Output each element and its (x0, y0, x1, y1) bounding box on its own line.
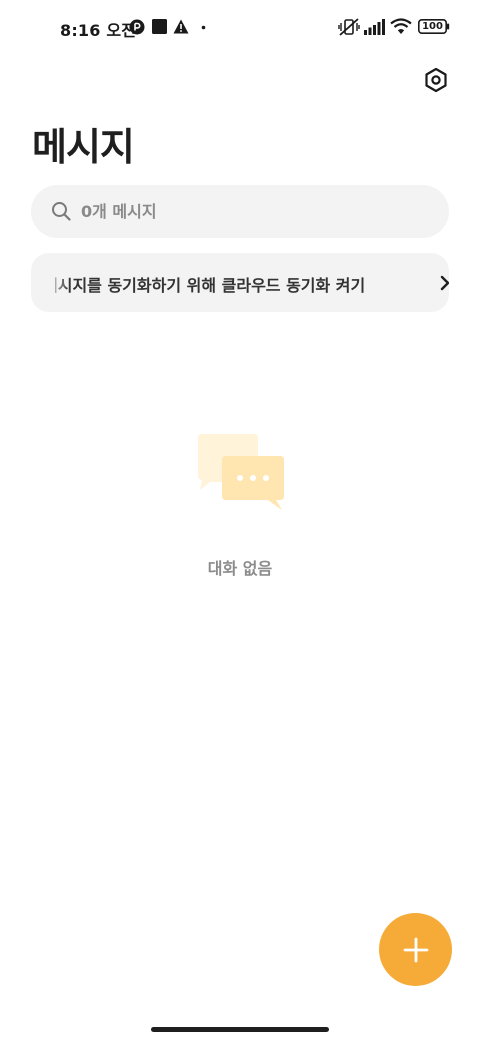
chat-bubbles-icon (198, 434, 284, 510)
chevron-right-icon (440, 275, 449, 291)
battery-icon: 100 (418, 19, 450, 34)
battery-level: 100 (422, 21, 443, 32)
search-bar[interactable] (31, 185, 449, 238)
signal-icon (364, 19, 385, 35)
empty-state-text: 대화 없음 (207, 559, 273, 578)
sync-banner-text: 메시지를 동기화하기 위해 클라우드 동기화 켜기 (55, 276, 366, 295)
sync-text-container: 메시지를 동기화하기 위해 클라우드 동기화 켜기 (55, 253, 417, 312)
search-input[interactable] (81, 185, 431, 238)
vibrate-off-icon (338, 18, 360, 36)
status-time: 8:16 오전 (60, 21, 137, 40)
search-icon (52, 202, 71, 221)
cloud-sync-banner[interactable]: 메시지를 동기화하기 위해 클라우드 동기화 켜기 (31, 253, 449, 312)
status-bar: 8:16 오전 100 (0, 0, 480, 56)
dot-icon (201, 25, 206, 30)
new-message-button[interactable] (379, 913, 452, 986)
warning-icon (173, 19, 189, 34)
settings-button[interactable] (420, 64, 452, 96)
home-indicator[interactable] (151, 1027, 329, 1032)
wifi-icon (390, 18, 412, 34)
app-notification-icon (129, 19, 145, 35)
page-title: 메시지 (32, 125, 135, 169)
plus-icon (403, 937, 428, 962)
settings-hexagon-icon (425, 67, 447, 93)
square-notification-icon (152, 19, 167, 34)
